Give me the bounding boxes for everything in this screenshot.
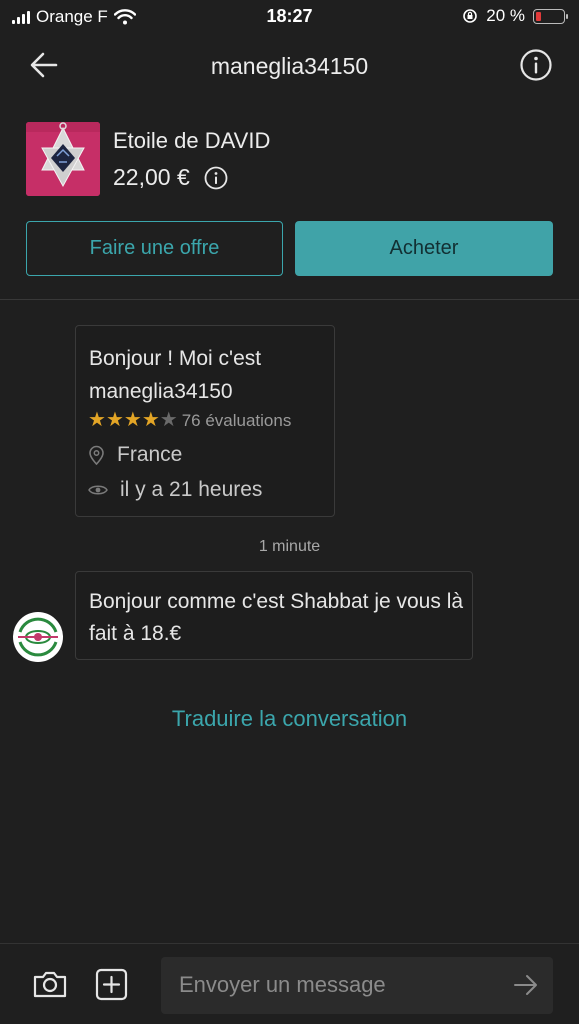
star-icon: ★	[141, 409, 160, 431]
message-composer: Envoyer un message	[0, 943, 579, 1024]
status-right: 20 %	[462, 6, 568, 26]
star-icon: ★	[159, 409, 178, 431]
divider	[0, 299, 579, 300]
review-count: 76 évaluations	[181, 410, 292, 430]
product-title: Etoile de DAVID	[113, 128, 271, 153]
make-offer-button[interactable]: Faire une offre	[26, 221, 283, 276]
battery-percent: 20 %	[486, 6, 525, 25]
add-attachment-button[interactable]	[95, 968, 128, 1001]
seller-rating[interactable]: ★★★★★ 76 évaluations	[88, 410, 291, 431]
avatar[interactable]	[13, 612, 63, 662]
nav-bar: maneglia34150	[0, 40, 579, 90]
location-pin-icon	[89, 445, 104, 465]
translate-conversation-link[interactable]: Traduire la conversation	[0, 706, 579, 732]
seller-intro-card: Bonjour ! Moi c'est maneglia34150 ★★★★★ …	[75, 325, 335, 517]
message-timestamp: 1 minute	[258, 538, 321, 555]
info-circle-icon	[520, 49, 552, 81]
camera-icon	[33, 971, 67, 998]
seller-greeting: Bonjour ! Moi c'est maneglia34150	[89, 347, 262, 403]
status-bar: Orange F 18:27 20 %	[0, 0, 579, 34]
info-circle-icon[interactable]	[204, 166, 228, 190]
seller-last-seen: il y a 21 heures	[120, 478, 263, 501]
star-icon: ★	[123, 409, 142, 431]
star-of-david-image	[26, 122, 100, 196]
message-text: Bonjour comme c'est Shabbat je vous là f…	[89, 590, 464, 645]
rating-stars: ★★★★★	[88, 410, 178, 431]
battery-icon	[533, 8, 568, 24]
message-input-placeholder: Envoyer un message	[179, 972, 386, 997]
location-row: France	[88, 443, 182, 467]
info-button[interactable]	[519, 48, 553, 82]
buy-button[interactable]: Acheter	[295, 221, 553, 276]
send-button[interactable]	[513, 973, 539, 997]
plus-square-icon	[95, 968, 128, 1001]
product-summary[interactable]: Etoile de DAVID 22,00 €	[26, 122, 556, 198]
page-title: maneglia34150	[210, 53, 369, 79]
star-icon: ★	[105, 409, 124, 431]
avatar-logo-image	[14, 613, 62, 661]
product-thumbnail[interactable]	[26, 122, 100, 196]
star-icon: ★	[88, 409, 106, 431]
product-price: 22,00 €	[113, 164, 190, 190]
message-input[interactable]: Envoyer un message	[161, 957, 553, 1014]
message-bubble: Bonjour comme c'est Shabbat je vous là f…	[75, 571, 473, 660]
eye-icon	[88, 485, 108, 495]
rotation-lock-icon	[463, 9, 478, 23]
product-price-row: 22,00 €	[113, 164, 228, 191]
seller-location: France	[117, 443, 183, 466]
arrow-right-icon	[514, 975, 537, 995]
last-seen-row: il y a 21 heures	[88, 478, 262, 502]
camera-button[interactable]	[33, 969, 67, 999]
battery-level	[536, 11, 542, 21]
